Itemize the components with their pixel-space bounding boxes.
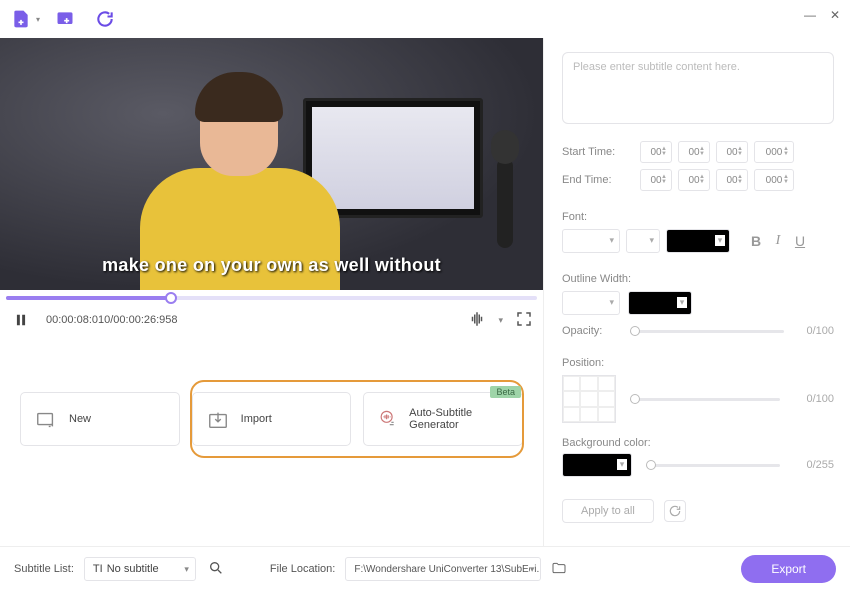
bold-button[interactable]: B	[748, 233, 764, 249]
add-file-icon[interactable]	[10, 8, 32, 30]
end-time-label: End Time:	[562, 174, 634, 186]
beta-badge: Beta	[490, 386, 521, 398]
top-toolbar: ▾ — ✕	[0, 0, 850, 38]
font-size-select[interactable]: ▾	[626, 229, 660, 253]
outline-label: Outline Width:	[562, 273, 834, 285]
auto-subtitle-label: Auto-Subtitle Generator	[409, 407, 508, 431]
bg-slider[interactable]	[646, 464, 780, 467]
burned-subtitle: make one on your own as well without	[0, 255, 543, 276]
close-icon[interactable]: ✕	[830, 8, 840, 22]
timecode: 00:00:08:010/00:00:26:958	[46, 314, 178, 326]
auto-subtitle-icon	[378, 409, 397, 429]
position-label: Position:	[562, 357, 834, 369]
bg-color-label: Background color:	[562, 437, 834, 449]
outline-color-swatch[interactable]: ▾	[628, 291, 692, 315]
position-grid[interactable]	[562, 375, 616, 423]
start-mm[interactable]: 00▲▼	[678, 141, 710, 163]
new-label: New	[69, 413, 91, 425]
outline-width-select[interactable]: ▾	[562, 291, 620, 315]
position-value: 0/100	[794, 393, 834, 405]
bg-value: 0/255	[794, 459, 834, 471]
import-label: Import	[241, 413, 272, 425]
end-mm[interactable]: 00▲▼	[678, 169, 710, 191]
reset-icon[interactable]	[664, 500, 686, 522]
opacity-value: 0/100	[794, 325, 834, 337]
fullscreen-icon[interactable]	[515, 310, 533, 331]
minimize-icon[interactable]: —	[804, 8, 816, 22]
new-button[interactable]: New	[20, 392, 180, 446]
opacity-slider[interactable]	[630, 330, 784, 333]
search-icon[interactable]	[206, 560, 226, 579]
position-slider[interactable]	[630, 398, 780, 401]
export-button[interactable]: Export	[741, 555, 836, 583]
italic-button[interactable]: I	[770, 233, 786, 249]
file-location-select[interactable]: F:\Wondershare UniConverter 13\SubEdi...…	[345, 557, 541, 581]
end-hh[interactable]: 00▲▼	[640, 169, 672, 191]
bottom-bar: Subtitle List: TINo subtitle▾ File Locat…	[0, 546, 850, 591]
chevron-down-icon[interactable]: ▾	[498, 315, 503, 326]
start-hh[interactable]: 00▲▼	[640, 141, 672, 163]
end-ms[interactable]: 000▲▼	[754, 169, 794, 191]
add-text-icon[interactable]	[54, 8, 76, 30]
font-family-select[interactable]: ▾	[562, 229, 620, 253]
chevron-down-icon[interactable]: ▾	[36, 15, 40, 24]
start-ms[interactable]: 000▲▼	[754, 141, 794, 163]
start-time-label: Start Time:	[562, 146, 634, 158]
font-label: Font:	[562, 211, 834, 223]
import-icon	[207, 409, 229, 429]
video-preview[interactable]: make one on your own as well without	[0, 38, 543, 290]
subtitle-input[interactable]	[562, 52, 834, 124]
waveform-icon[interactable]	[468, 310, 486, 331]
pause-button[interactable]	[14, 312, 30, 328]
import-button[interactable]: Import	[192, 392, 352, 446]
subtitle-list-label: Subtitle List:	[14, 563, 74, 575]
opacity-label: Opacity:	[562, 325, 620, 337]
folder-icon[interactable]	[551, 560, 567, 579]
subtitle-panel: Start Time: 00▲▼ 00▲▼ 00▲▼ 000▲▼ End Tim…	[543, 38, 850, 546]
font-color-swatch[interactable]: ▾	[666, 229, 730, 253]
subtitle-list-select[interactable]: TINo subtitle▾	[84, 557, 196, 581]
file-location-label: File Location:	[270, 563, 335, 575]
underline-button[interactable]: U	[792, 233, 808, 249]
end-ss[interactable]: 00▲▼	[716, 169, 748, 191]
start-ss[interactable]: 00▲▼	[716, 141, 748, 163]
auto-subtitle-button[interactable]: Auto-Subtitle Generator	[363, 392, 523, 446]
bg-color-swatch[interactable]: ▾	[562, 453, 632, 477]
seek-bar[interactable]	[6, 296, 537, 300]
apply-to-all-button[interactable]: Apply to all	[562, 499, 654, 523]
new-icon	[35, 409, 57, 429]
rotate-icon[interactable]	[94, 8, 116, 30]
